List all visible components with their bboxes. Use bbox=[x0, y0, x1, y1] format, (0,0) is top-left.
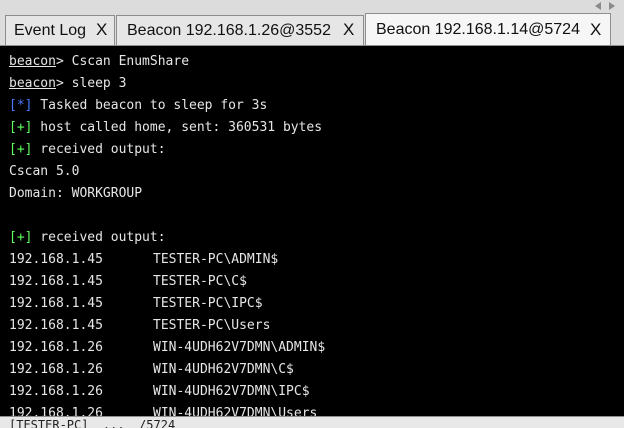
share-row: 192.168.1.45 TESTER-PC\ADMIN$ bbox=[9, 250, 609, 270]
status-bar: [TESTER-PC] ... /5724 bbox=[0, 416, 624, 428]
chevron-left-icon[interactable] bbox=[595, 2, 601, 10]
console-line: [+] host called home, sent: 360531 bytes bbox=[9, 118, 322, 138]
console-line: Domain: WORKGROUP bbox=[9, 186, 143, 201]
tab-scroll-controls bbox=[591, 2, 621, 12]
prompt: beacon bbox=[9, 54, 56, 69]
share-row: 192.168.1.26 WIN-4UDH62V7DMN\ADMIN$ bbox=[9, 338, 609, 358]
share-row: 192.168.1.26 WIN-4UDH62V7DMN\IPC$ bbox=[9, 382, 609, 402]
tab-bar: Event Log X Beacon 192.168.1.26@3552 X B… bbox=[0, 0, 624, 46]
share-path: WIN-4UDH62V7DMN\ADMIN$ bbox=[153, 340, 326, 355]
share-path: TESTER-PC\IPC$ bbox=[153, 296, 263, 311]
message: host called home, sent: 360531 bytes bbox=[32, 120, 323, 135]
success-tag: [+] bbox=[9, 230, 33, 245]
share-ip: 192.168.1.45 bbox=[9, 274, 103, 289]
command: > sleep 3 bbox=[55, 76, 127, 91]
share-ip: 192.168.1.45 bbox=[9, 318, 103, 333]
share-row: 192.168.1.45 TESTER-PC\IPC$ bbox=[9, 294, 609, 314]
share-ip: 192.168.1.45 bbox=[9, 296, 103, 311]
info-tag: [*] bbox=[9, 98, 33, 113]
tab-label: Beacon 192.168.1.26@3552 bbox=[127, 22, 331, 39]
share-path: TESTER-PC\C$ bbox=[153, 274, 247, 289]
console-line: [+] received output: bbox=[9, 140, 166, 160]
message: Tasked beacon to sleep for 3s bbox=[32, 98, 268, 113]
success-tag: [+] bbox=[9, 120, 33, 135]
tab-beacon-26[interactable]: Beacon 192.168.1.26@3552 X bbox=[116, 15, 364, 45]
share-path: WIN-4UDH62V7DMN\C$ bbox=[153, 362, 294, 377]
close-icon[interactable]: X bbox=[343, 20, 354, 40]
close-icon[interactable]: X bbox=[590, 20, 601, 40]
share-path: WIN-4UDH62V7DMN\IPC$ bbox=[153, 384, 310, 399]
share-path: TESTER-PC\ADMIN$ bbox=[153, 252, 279, 267]
share-ip: 192.168.1.26 bbox=[9, 384, 103, 399]
share-row: 192.168.1.45 TESTER-PC\C$ bbox=[9, 272, 609, 292]
message: received output: bbox=[32, 142, 166, 157]
share-ip: 192.168.1.26 bbox=[9, 362, 103, 377]
prompt: beacon bbox=[9, 76, 56, 91]
console-line: [*] Tasked beacon to sleep for 3s bbox=[9, 96, 267, 116]
tab-label: Event Log bbox=[14, 22, 87, 39]
success-tag: [+] bbox=[9, 142, 33, 157]
share-path: WIN-4UDH62V7DMN\Users bbox=[153, 406, 318, 416]
console-line: Cscan 5.0 bbox=[9, 164, 80, 179]
console-line: beacon> Cscan EnumShare bbox=[9, 52, 189, 72]
share-row: 192.168.1.45 TESTER-PC\Users bbox=[9, 316, 609, 336]
chevron-right-icon[interactable] bbox=[609, 2, 615, 10]
share-path: TESTER-PC\Users bbox=[153, 318, 271, 333]
share-row: 192.168.1.26 WIN-4UDH62V7DMN\Users bbox=[9, 404, 609, 416]
share-row: 192.168.1.26 WIN-4UDH62V7DMN\C$ bbox=[9, 360, 609, 380]
tab-beacon-14[interactable]: Beacon 192.168.1.14@5724 X bbox=[365, 13, 611, 46]
beacon-console[interactable]: beacon> Cscan EnumShare beacon> sleep 3 … bbox=[0, 46, 624, 416]
share-ip: 192.168.1.26 bbox=[9, 406, 103, 416]
tab-event-log[interactable]: Event Log X bbox=[5, 15, 115, 45]
share-ip: 192.168.1.45 bbox=[9, 252, 103, 267]
share-ip: 192.168.1.26 bbox=[9, 340, 103, 355]
console-line: [+] received output: bbox=[9, 228, 166, 248]
message: received output: bbox=[32, 230, 166, 245]
tab-label: Beacon 192.168.1.14@5724 bbox=[376, 21, 580, 38]
close-icon[interactable]: X bbox=[96, 20, 107, 40]
console-line: beacon> sleep 3 bbox=[9, 74, 126, 94]
command: > Cscan EnumShare bbox=[55, 54, 190, 69]
